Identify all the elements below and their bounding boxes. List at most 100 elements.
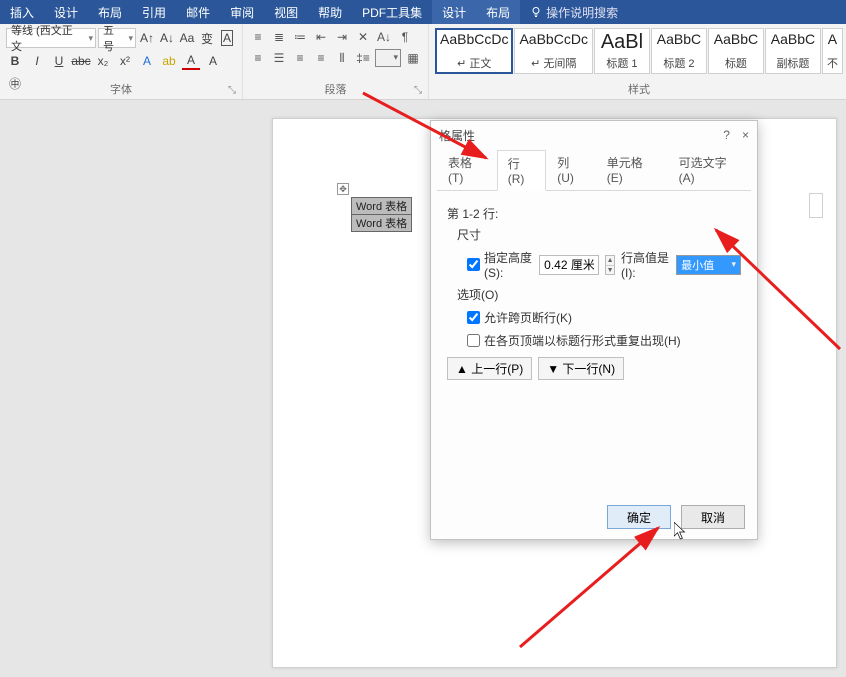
sort-icon[interactable]: A↓ xyxy=(375,28,393,46)
lightbulb-icon xyxy=(530,6,542,18)
next-row-button[interactable]: ▼ 下一行(N) xyxy=(538,357,624,380)
menu-pdf-tools[interactable]: PDF工具集 xyxy=(352,0,432,24)
menu-design[interactable]: 设计 xyxy=(44,0,88,24)
bullets-icon[interactable]: ≡ xyxy=(249,28,267,46)
specify-height-checkbox[interactable]: 指定高度(S): xyxy=(467,249,533,280)
tab-alt-text[interactable]: 可选文字(A) xyxy=(668,149,751,190)
font-color-icon[interactable]: A xyxy=(182,52,200,70)
italic-icon[interactable]: I xyxy=(28,52,46,70)
tab-row[interactable]: 行(R) xyxy=(497,150,547,191)
allow-break-input[interactable] xyxy=(467,311,480,324)
style-subtitle[interactable]: AaBbC 副标题 xyxy=(765,28,821,74)
specify-height-text: 指定高度(S): xyxy=(484,249,533,280)
repeat-header-text: 在各页顶端以标题行形式重复出现(H) xyxy=(484,332,681,349)
align-right-icon[interactable]: ≡ xyxy=(291,49,309,67)
decrease-font-icon[interactable]: A↓ xyxy=(158,29,176,47)
dialog-close-icon[interactable]: × xyxy=(742,128,749,142)
document-table[interactable]: ✥ Word 表格 Word 表格 xyxy=(351,197,412,232)
menu-view[interactable]: 视图 xyxy=(264,0,308,24)
tab-cell[interactable]: 单元格(E) xyxy=(596,149,668,190)
style-title[interactable]: AaBbC 标题 xyxy=(708,28,764,74)
row-range-label: 第 1-2 行: xyxy=(447,205,741,222)
styles-gallery[interactable]: AaBbCcDc ↵ 正文 AaBbCcDc ↵ 无间隔 AaBl 标题 1 A… xyxy=(435,28,843,74)
dialog-titlebar[interactable]: 格属性 ? × xyxy=(431,121,757,149)
align-justify-icon[interactable]: ≡ xyxy=(312,49,330,67)
text-effects-icon[interactable]: A xyxy=(138,52,156,70)
style-label: 标题 2 xyxy=(656,55,702,71)
font-size-combo[interactable]: 五号 xyxy=(98,28,136,48)
row-height-spinner[interactable]: ▲▼ xyxy=(605,255,615,275)
menu-references[interactable]: 引用 xyxy=(132,0,176,24)
superscript-icon[interactable]: x² xyxy=(116,52,134,70)
menu-help[interactable]: 帮助 xyxy=(308,0,352,24)
dialog-title-text: 格属性 xyxy=(439,127,475,144)
distribute-icon[interactable]: ⫴ xyxy=(333,49,351,67)
para-group-label: 段落 xyxy=(243,81,428,97)
menu-mail[interactable]: 邮件 xyxy=(176,0,220,24)
style-no-spacing[interactable]: AaBbCcDc ↵ 无间隔 xyxy=(514,28,592,74)
menu-table-design[interactable]: 设计 xyxy=(432,0,476,24)
menu-review[interactable]: 审阅 xyxy=(220,0,264,24)
tab-table[interactable]: 表格(T) xyxy=(437,149,497,190)
font-group-label: 字体 xyxy=(0,81,242,97)
style-preview: A xyxy=(827,31,838,47)
style-normal[interactable]: AaBbCcDc ↵ 正文 xyxy=(435,28,513,74)
row-height-is-label: 行高值是(I): xyxy=(621,249,670,280)
highlight-icon[interactable]: ab xyxy=(160,52,178,70)
line-spacing-icon[interactable]: ‡≡ xyxy=(354,49,372,67)
table-properties-dialog: 格属性 ? × 表格(T) 行(R) 列(U) 单元格(E) 可选文字(A) 第… xyxy=(430,120,758,540)
row-height-input[interactable] xyxy=(539,255,599,275)
ok-button[interactable]: 确定 xyxy=(607,505,671,529)
style-label: ↵ 正文 xyxy=(440,55,508,71)
prev-row-button[interactable]: ▲ 上一行(P) xyxy=(447,357,532,380)
style-label: 标题 xyxy=(713,55,759,71)
borders-icon[interactable]: ▦ xyxy=(404,49,422,67)
menu-layout[interactable]: 布局 xyxy=(88,0,132,24)
table-cell[interactable]: Word 表格 xyxy=(352,215,412,232)
ribbon: 等线 (西文正文 五号 A↑ A↓ Aa 变 A B I U abc x₂ x²… xyxy=(0,24,846,100)
phonetic-guide-icon[interactable]: 变 xyxy=(198,29,216,47)
char-border-icon[interactable]: A xyxy=(218,29,236,47)
numbering-icon[interactable]: ≣ xyxy=(270,28,288,46)
asian-layout-icon[interactable]: ✕ xyxy=(354,28,372,46)
font-name-combo[interactable]: 等线 (西文正文 xyxy=(6,28,96,48)
repeat-header-checkbox[interactable]: 在各页顶端以标题行形式重复出现(H) xyxy=(467,332,681,349)
show-marks-icon[interactable]: ¶ xyxy=(396,28,414,46)
style-heading2[interactable]: AaBbC 标题 2 xyxy=(651,28,707,74)
style-preview: AaBbC xyxy=(713,31,759,47)
allow-break-checkbox[interactable]: 允许跨页断行(K) xyxy=(467,309,572,326)
tell-me-text: 操作说明搜索 xyxy=(546,4,618,21)
dialog-tabs: 表格(T) 行(R) 列(U) 单元格(E) 可选文字(A) xyxy=(437,149,751,191)
change-case-icon[interactable]: Aa xyxy=(178,29,196,47)
style-label: ↵ 无间隔 xyxy=(519,55,587,71)
indent-left-icon[interactable]: ⇤ xyxy=(312,28,330,46)
underline-icon[interactable]: U xyxy=(50,52,68,70)
tab-column[interactable]: 列(U) xyxy=(546,149,596,190)
cancel-button[interactable]: 取消 xyxy=(681,505,745,529)
menu-table-layout[interactable]: 布局 xyxy=(476,0,520,24)
tell-me-search[interactable]: 操作说明搜索 xyxy=(520,4,628,21)
table-cell[interactable]: Word 表格 xyxy=(352,198,412,215)
strike-icon[interactable]: abc xyxy=(72,52,90,70)
table-move-handle-icon[interactable]: ✥ xyxy=(337,183,349,195)
indent-right-icon[interactable]: ⇥ xyxy=(333,28,351,46)
subscript-icon[interactable]: x₂ xyxy=(94,52,112,70)
shading-combo[interactable] xyxy=(375,49,401,67)
dialog-help-icon[interactable]: ? xyxy=(723,128,730,142)
menu-insert[interactable]: 插入 xyxy=(0,0,44,24)
bold-icon[interactable]: B xyxy=(6,52,24,70)
multilevel-icon[interactable]: ≔ xyxy=(291,28,309,46)
style-heading1[interactable]: AaBl 标题 1 xyxy=(594,28,650,74)
font-dialog-launcher-icon[interactable]: ⤡ xyxy=(226,85,238,97)
char-shading-icon[interactable]: A xyxy=(204,52,222,70)
style-more[interactable]: A 不 xyxy=(822,28,843,74)
align-center-icon[interactable]: ☰ xyxy=(270,49,288,67)
specify-height-input[interactable] xyxy=(467,258,480,271)
increase-font-icon[interactable]: A↑ xyxy=(138,29,156,47)
row-height-is-select[interactable]: 最小值 xyxy=(676,255,741,275)
repeat-header-input[interactable] xyxy=(467,334,480,347)
align-left-icon[interactable]: ≡ xyxy=(249,49,267,67)
allow-break-text: 允许跨页断行(K) xyxy=(484,309,572,326)
para-dialog-launcher-icon[interactable]: ⤡ xyxy=(412,85,424,97)
size-section-label: 尺寸 xyxy=(457,226,741,243)
